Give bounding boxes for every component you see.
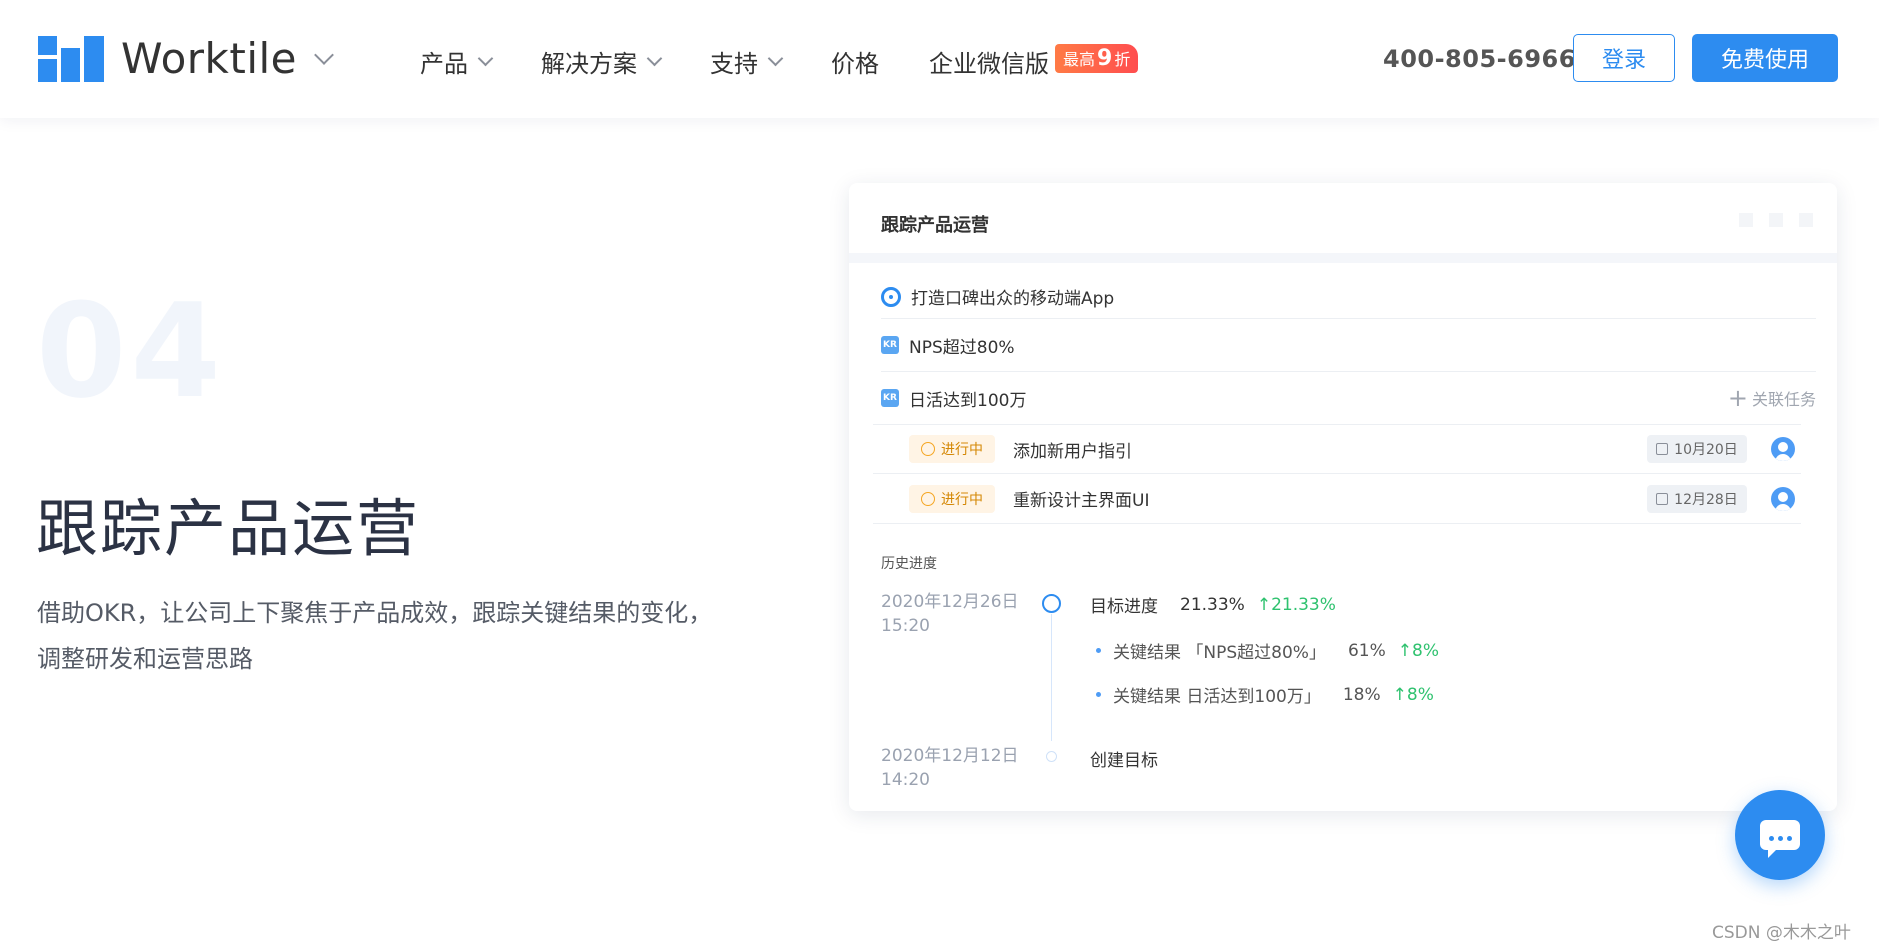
growth-value: 8% <box>1412 640 1439 661</box>
history-title: 目标进度 <box>1090 597 1158 617</box>
top-navigation: Worktile 产品 解决方案 支持 价格 企业微信版 最高 9 折 400-… <box>0 0 1879 118</box>
chevron-down-icon <box>767 50 784 66</box>
bullet-icon <box>1096 692 1101 697</box>
window-dot-icon <box>1739 213 1753 227</box>
brand-name: Worktile <box>121 34 297 83</box>
assignee-avatar[interactable] <box>1771 486 1795 511</box>
status-badge: 进行中 <box>909 484 995 513</box>
history-percent: 21.33% <box>1180 594 1245 615</box>
nav-label: 价格 <box>831 50 879 78</box>
history-detail-label: 关键结果 「NPS超过80%」 <box>1113 643 1326 663</box>
task-row[interactable]: 进行中 添加新用户指引 10月20日 <box>873 424 1801 474</box>
nav-item-product[interactable]: 产品 <box>420 44 494 79</box>
history-detail-label: 关键结果 日活达到100万」 <box>1113 687 1321 707</box>
history-date-time: 15:20 <box>881 616 930 636</box>
task-name: 添加新用户指引 <box>1013 441 1132 462</box>
okr-card: 跟踪产品运营 打造口碑出众的移动端App KR NPS超过80% KR 日活达到… <box>849 183 1837 811</box>
bullet-icon <box>1096 648 1101 653</box>
history-date: 2020年12月26日 15:20 <box>881 590 1019 638</box>
status-label: 进行中 <box>941 442 983 458</box>
nav-item-wecom[interactable]: 企业微信版 最高 9 折 <box>929 44 1139 79</box>
brand-logo[interactable]: Worktile <box>38 34 334 83</box>
assignee-avatar[interactable] <box>1771 437 1795 461</box>
key-result-label: 日活达到100万 <box>909 390 1027 411</box>
discount-suffix: 折 <box>1114 50 1131 69</box>
timeline-node-icon <box>1046 751 1057 762</box>
objective-label: 打造口碑出众的移动端App <box>911 289 1115 309</box>
feature-title: 跟踪产品运营 <box>36 492 421 565</box>
history-heading: 历史进度 <box>881 556 937 572</box>
plus-icon: + <box>1727 384 1748 412</box>
nav-label: 产品 <box>420 50 468 78</box>
history-detail: 关键结果 「NPS超过80%」 61% ↑8% <box>1096 638 1439 663</box>
nav-item-pricing[interactable]: 价格 <box>831 44 879 79</box>
kr-badge-icon: KR <box>881 389 899 407</box>
task-row[interactable]: 进行中 重新设计主界面UI 12月28日 <box>873 474 1801 524</box>
free-trial-button[interactable]: 免费使用 <box>1692 34 1838 82</box>
due-date-label: 10月20日 <box>1674 442 1738 458</box>
task-name: 重新设计主界面UI <box>1013 491 1150 511</box>
history-detail-percent: 18% <box>1342 684 1381 705</box>
card-title: 跟踪产品运营 <box>881 215 989 236</box>
due-date[interactable]: 12月28日 <box>1647 484 1747 513</box>
history-detail-percent: 61% <box>1347 640 1386 661</box>
due-date[interactable]: 10月20日 <box>1647 435 1747 463</box>
history-date: 2020年12月12日 14:20 <box>881 744 1019 792</box>
due-date-label: 12月28日 <box>1674 491 1738 508</box>
nav-label: 解决方案 <box>541 50 637 78</box>
calendar-icon <box>1656 443 1669 455</box>
discount-value: 9 <box>1097 46 1113 71</box>
chevron-down-icon <box>477 50 494 66</box>
chevron-down-icon[interactable] <box>314 44 334 65</box>
kr-badge-icon: KR <box>881 336 899 354</box>
key-result-row[interactable]: KR 日活达到100万 + 关联任务 <box>881 372 1816 424</box>
discount-prefix: 最高 <box>1063 50 1096 69</box>
window-controls <box>1723 213 1813 227</box>
status-badge: 进行中 <box>909 435 995 463</box>
timeline-line <box>1051 614 1052 741</box>
history-created: 创建目标 <box>1090 746 1158 771</box>
window-dot-icon <box>1799 213 1813 227</box>
history-title: 创建目标 <box>1090 751 1158 771</box>
clock-icon <box>921 491 935 506</box>
key-result-label: NPS超过80% <box>909 337 1015 358</box>
nav-item-solutions[interactable]: 解决方案 <box>541 44 663 79</box>
history-progress: 目标进度 21.33% ↑21.33% <box>1090 592 1336 618</box>
growth-indicator: ↑8% <box>1392 684 1434 705</box>
feature-number: 04 <box>36 275 225 427</box>
key-result-row[interactable]: KR NPS超过80% <box>881 319 1816 372</box>
login-button[interactable]: 登录 <box>1573 34 1675 82</box>
discount-badge: 最高 9 折 <box>1055 44 1139 73</box>
feature-description: 借助OKR，让公司上下聚焦于产品成效，跟踪关键结果的变化，调整研发和运营思路 <box>37 599 713 673</box>
card-header: 跟踪产品运营 <box>849 183 1837 263</box>
timeline-node-icon <box>1042 594 1061 613</box>
history-date-day: 2020年12月12日 <box>881 746 1019 766</box>
status-label: 进行中 <box>941 491 983 508</box>
target-icon <box>881 286 901 307</box>
nav-label: 企业微信版 <box>929 50 1049 78</box>
clock-icon <box>921 442 935 456</box>
hotline-number: 400-805-6966 <box>1383 45 1576 73</box>
growth-value: 8% <box>1406 684 1434 705</box>
link-task-button[interactable]: + 关联任务 <box>1728 386 1816 410</box>
chevron-down-icon <box>646 50 663 66</box>
chat-bubble-icon <box>1760 820 1800 858</box>
main-nav: 产品 解决方案 支持 价格 企业微信版 最高 9 折 <box>420 44 1139 79</box>
nav-item-support[interactable]: 支持 <box>710 44 784 79</box>
growth-value: 21.33% <box>1271 594 1336 615</box>
growth-indicator: ↑21.33% <box>1256 594 1336 615</box>
calendar-icon <box>1656 492 1669 505</box>
link-task-label: 关联任务 <box>1751 390 1816 409</box>
nav-label: 支持 <box>710 50 758 78</box>
objective-row[interactable]: 打造口碑出众的移动端App <box>881 275 1816 319</box>
worktile-logo-icon <box>38 35 104 82</box>
watermark: CSDN @木木之叶 <box>1712 923 1851 943</box>
growth-indicator: ↑8% <box>1397 640 1439 661</box>
window-dot-icon <box>1769 213 1783 227</box>
chat-button[interactable] <box>1735 790 1825 880</box>
history-date-time: 14:20 <box>881 770 930 790</box>
history-detail: 关键结果 日活达到100万」 18% ↑8% <box>1096 682 1434 707</box>
history-date-day: 2020年12月26日 <box>881 592 1019 612</box>
